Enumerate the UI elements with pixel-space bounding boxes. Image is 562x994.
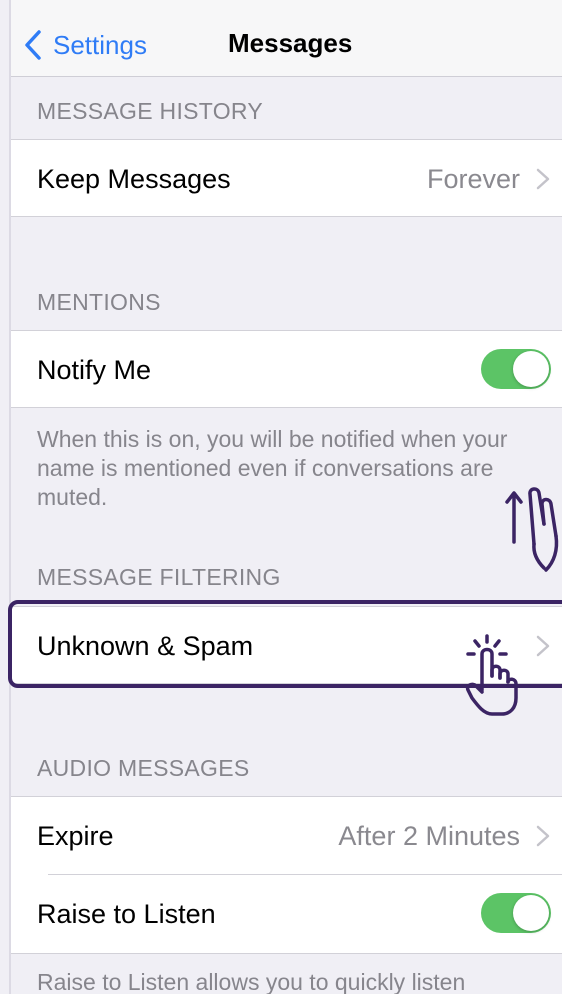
section-header-message-history: MESSAGE HISTORY bbox=[37, 98, 264, 124]
notify-me-label: Notify Me bbox=[37, 355, 152, 385]
page-title: Messages bbox=[228, 28, 353, 58]
chevron-right-icon bbox=[536, 168, 550, 190]
raise-to-listen-row: Raise to Listen bbox=[11, 875, 562, 953]
keep-messages-row[interactable]: Keep Messages Forever bbox=[11, 139, 562, 217]
hand-tap-icon bbox=[465, 634, 518, 716]
raise-to-listen-label: Raise to Listen bbox=[37, 899, 216, 929]
chevron-left-icon bbox=[25, 30, 41, 60]
back-button-label: Settings bbox=[53, 29, 147, 60]
expire-row[interactable]: Expire After 2 Minutes bbox=[11, 797, 562, 875]
expire-value: After 2 Minutes bbox=[338, 821, 520, 851]
section-header-audio-messages: AUDIO MESSAGES bbox=[37, 755, 250, 781]
audio-footer-text: Raise to Listen allows you to quickly li… bbox=[37, 969, 466, 994]
toggle-knob bbox=[513, 351, 549, 387]
toggle-knob bbox=[513, 895, 549, 931]
keep-messages-label: Keep Messages bbox=[37, 164, 231, 194]
expire-label: Expire bbox=[37, 821, 114, 851]
section-header-message-filtering: MESSAGE FILTERING bbox=[37, 564, 281, 590]
notify-me-row: Notify Me bbox=[11, 330, 562, 408]
notify-me-toggle[interactable] bbox=[481, 349, 551, 389]
keep-messages-value: Forever bbox=[426, 164, 520, 194]
section-header-mentions: MENTIONS bbox=[37, 289, 161, 315]
navigation-bar: Settings Messages bbox=[11, 0, 562, 77]
mentions-footer-text: When this is on, you will be notified wh… bbox=[37, 426, 508, 510]
raise-to-listen-toggle[interactable] bbox=[481, 893, 551, 933]
audio-messages-group: Expire After 2 Minutes Raise to Listen bbox=[11, 796, 562, 954]
hand-swipe-up-icon bbox=[505, 487, 559, 572]
chevron-right-icon bbox=[536, 825, 550, 847]
back-button[interactable]: Settings bbox=[25, 26, 147, 64]
settings-screen: Settings Messages MESSAGE HISTORY Keep M… bbox=[0, 0, 562, 994]
